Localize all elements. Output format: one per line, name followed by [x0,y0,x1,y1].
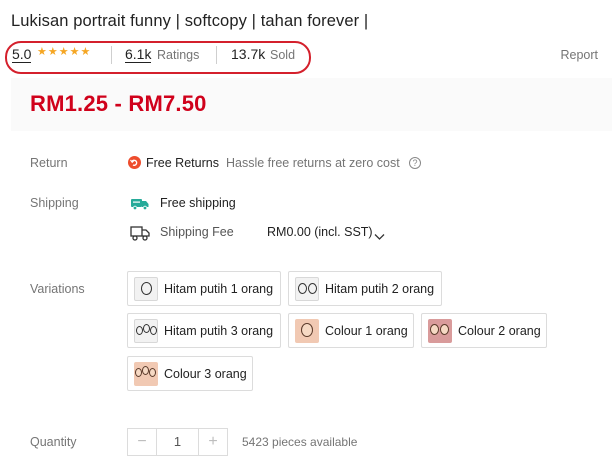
variation-thumbnail [134,361,158,386]
divider [111,46,112,64]
variation-thumbnail [295,276,319,301]
variations-label: Variations [30,282,85,296]
variation-label: Hitam putih 3 orang [164,323,274,338]
star-icon: ★ [47,46,58,58]
variation-label: Colour 3 orang [164,366,247,381]
stock-available: 5423 pieces available [242,435,358,449]
quantity-input[interactable]: 1 [156,429,199,455]
free-shipping-truck-icon [131,197,149,215]
variation-thumbnail [295,318,319,343]
variation-label: Colour 2 orang [458,323,541,338]
variation-label: Colour 1 orang [325,323,408,338]
truck-icon [130,225,150,246]
variation-option[interactable]: Hitam putih 1 orang [127,271,281,306]
variation-option[interactable]: Colour 3 orang [127,356,253,391]
decrement-button[interactable]: − [128,429,156,455]
rating-value[interactable]: 5.0 [12,46,32,63]
return-description: Hassle free returns at zero cost [226,156,400,170]
help-circle-icon[interactable]: ? [409,157,421,169]
free-shipping-text: Free shipping [160,196,236,210]
return-arrow-icon [128,156,141,169]
variation-thumbnail [134,318,158,343]
variation-thumbnail [134,276,158,301]
star-icon: ★ [80,46,91,58]
report-link[interactable]: Report [560,48,598,62]
ratings-label: Ratings [157,48,200,62]
increment-button[interactable]: + [199,429,227,455]
variation-label: Hitam putih 2 orang [325,281,435,296]
variation-label: Hitam putih 1 orang [164,281,274,296]
quantity-label: Quantity [30,435,77,449]
divider [216,46,217,64]
star-icon: ★ [58,46,69,58]
rating-stars: ★ ★ ★ ★ ★ [37,47,90,58]
variation-option[interactable]: Hitam putih 3 orang [127,313,281,348]
variation-option[interactable]: Hitam putih 2 orang [288,271,442,306]
price-range: RM1.25 - RM7.50 [30,91,207,116]
product-title: Lukisan portrait funny | softcopy | taha… [11,12,369,30]
variation-option[interactable]: Colour 1 orang [288,313,414,348]
product-stats-row: 5.0 ★ ★ ★ ★ ★ 6.1k Ratings 13.7k Sold Re… [0,40,612,74]
sold-label: Sold [270,48,296,62]
star-icon: ★ [37,46,47,58]
free-returns-badge: Free Returns [146,156,219,170]
quantity-stepper: − 1 + [127,428,228,456]
star-icon: ★ [69,46,80,58]
shipping-label: Shipping [30,196,79,210]
shipping-fee-value[interactable]: RM0.00 (incl. SST) [267,225,373,239]
return-label: Return [30,156,68,170]
ratings-count[interactable]: 6.1k [125,46,152,63]
price-section: RM1.25 - RM7.50 [11,78,612,131]
sold-count: 13.7k [231,46,266,62]
chevron-down-icon[interactable] [374,228,385,246]
variation-thumbnail [428,318,452,343]
variation-option[interactable]: Colour 2 orang [421,313,547,348]
shipping-fee-label: Shipping Fee [160,225,234,239]
